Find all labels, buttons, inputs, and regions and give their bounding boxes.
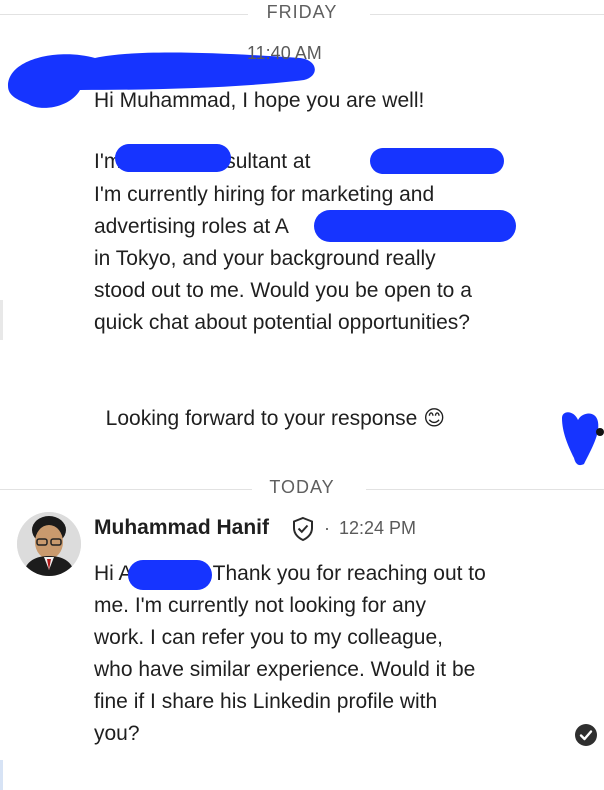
avatar[interactable]: [17, 512, 81, 576]
message-line: who have similar experience. Would it be: [94, 658, 476, 681]
message-line: stood out to me. Would you be open to a: [94, 279, 472, 302]
redacted-mark: [562, 412, 604, 466]
message-line: I'm currently hiring for marketing and: [94, 183, 435, 206]
message-line: Looking forward to your response 😊: [94, 371, 445, 435]
message-timestamp: 12:24 PM: [339, 518, 417, 538]
message-line: fine if I share his Linkedin profile wit…: [94, 690, 438, 713]
redaction: [370, 148, 504, 174]
redaction: [128, 560, 212, 590]
message-line-text: Looking forward to your response: [105, 407, 418, 430]
left-edge-accent: [0, 300, 3, 340]
message-line: work. I can refer you to my colleague,: [94, 626, 443, 649]
message-line: me. I'm currently not looking for any: [94, 594, 426, 617]
redaction: [115, 144, 231, 172]
message-line: advertising roles at A: [94, 215, 289, 238]
date-divider-label: TODAY: [259, 477, 345, 497]
profile-photo: [17, 512, 81, 576]
date-divider-friday: FRIDAY: [0, 2, 604, 26]
separator-dot: ·: [324, 518, 330, 538]
redaction: [314, 210, 516, 242]
message-timestamp: 11:40 AM: [247, 43, 322, 63]
message-line: Hi Muhammad, I hope you are well!: [94, 89, 425, 112]
left-edge-accent: [0, 760, 3, 790]
sender-name[interactable]: Muhammad Hanif: [94, 516, 269, 540]
date-divider-label: FRIDAY: [256, 2, 348, 22]
message-line: quick chat about potential opportunities…: [94, 311, 470, 334]
message-line: in Tokyo, and your background really: [94, 247, 436, 270]
message-line: you?: [94, 722, 140, 745]
date-divider-today: TODAY: [0, 477, 604, 501]
shield-check-icon: [293, 516, 313, 542]
read-receipt-check-icon: [575, 724, 597, 746]
smile-emoji: 😊: [423, 407, 446, 430]
